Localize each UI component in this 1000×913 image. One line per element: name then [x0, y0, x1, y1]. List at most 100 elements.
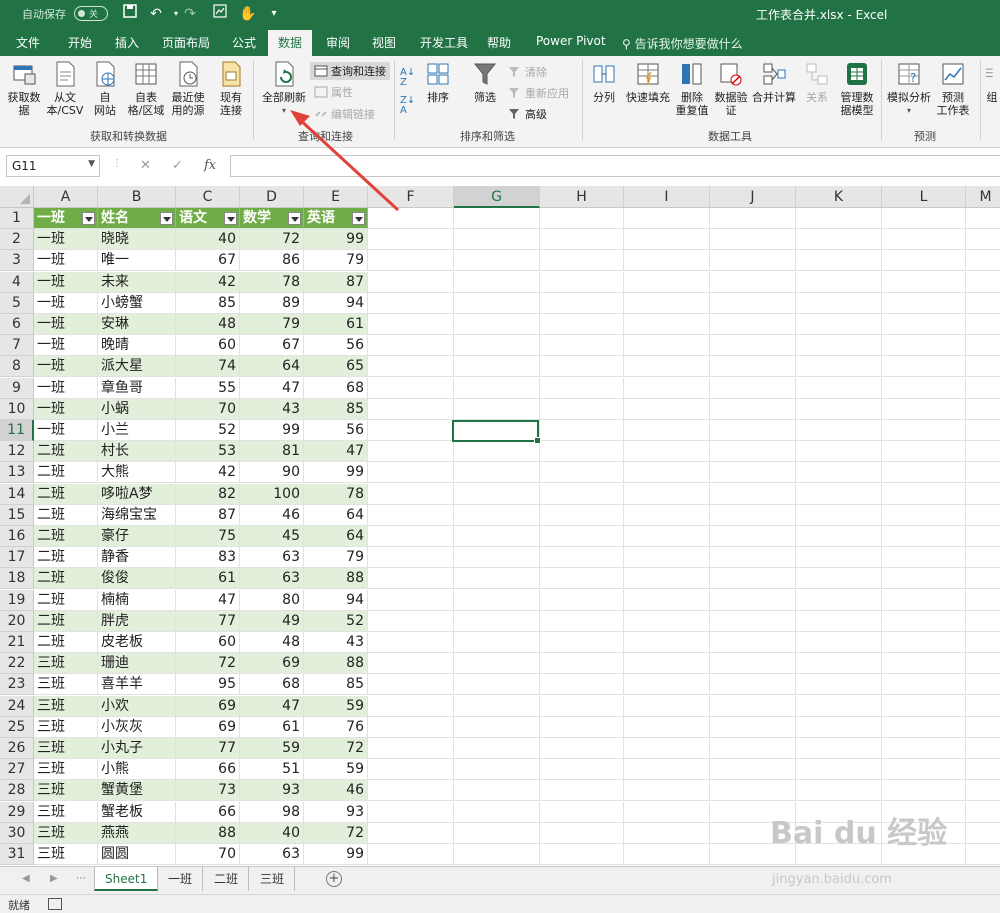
empty-cell[interactable] [368, 568, 454, 590]
table-cell[interactable]: 53 [176, 441, 240, 463]
empty-cell[interactable] [710, 271, 796, 293]
empty-cell[interactable] [966, 378, 1000, 399]
table-cell[interactable]: 77 [176, 610, 240, 632]
empty-cell[interactable] [796, 716, 882, 738]
empty-cell[interactable] [540, 398, 624, 420]
empty-cell[interactable] [368, 547, 454, 569]
table-cell[interactable]: 65 [304, 356, 368, 378]
empty-cell[interactable] [882, 292, 966, 314]
table-cell[interactable]: 45 [240, 526, 304, 547]
empty-cell[interactable] [710, 356, 796, 378]
table-cell[interactable]: 蟹黄堡 [98, 780, 176, 802]
from-web-button[interactable]: 自 网站 [88, 60, 122, 117]
table-cell[interactable]: 78 [240, 271, 304, 293]
table-cell[interactable]: 46 [240, 504, 304, 526]
name-box[interactable]: G11 ▼ [6, 155, 100, 177]
table-cell[interactable]: 69 [240, 653, 304, 675]
empty-cell[interactable] [882, 759, 966, 781]
empty-cell[interactable] [882, 526, 966, 547]
empty-cell[interactable] [710, 462, 796, 484]
empty-cell[interactable] [710, 441, 796, 463]
table-cell[interactable]: 喜羊羊 [98, 674, 176, 696]
table-cell[interactable]: 85 [304, 398, 368, 420]
empty-cell[interactable] [624, 759, 710, 781]
table-cell[interactable]: 74 [176, 356, 240, 378]
empty-cell[interactable] [966, 738, 1000, 759]
row-header-28[interactable]: 28 [0, 780, 34, 802]
table-cell[interactable]: 一班 [34, 271, 98, 293]
empty-cell[interactable] [882, 695, 966, 717]
empty-cell[interactable] [624, 822, 710, 844]
formula-input[interactable] [230, 155, 1000, 177]
column-header-b[interactable]: B [98, 186, 176, 208]
table-cell[interactable]: 海绵宝宝 [98, 504, 176, 526]
remove-duplicates-button[interactable]: 删除 重复值 [674, 60, 710, 117]
sheet-tab-class2[interactable]: 二班 [204, 867, 250, 891]
table-cell[interactable]: 64 [304, 504, 368, 526]
empty-cell[interactable] [796, 229, 882, 251]
empty-cell[interactable] [540, 589, 624, 611]
what-if-analysis-button[interactable]: ? 模拟分析 ▾ [884, 60, 934, 117]
empty-cell[interactable] [710, 526, 796, 547]
empty-cell[interactable] [624, 589, 710, 611]
table-cell[interactable]: 40 [240, 822, 304, 844]
existing-connections-button[interactable]: 现有 连接 [214, 60, 248, 117]
empty-cell[interactable] [966, 802, 1000, 823]
empty-cell[interactable] [454, 822, 540, 844]
row-header-21[interactable]: 21 [0, 632, 34, 653]
empty-cell[interactable] [454, 250, 540, 272]
customize-qat-icon[interactable]: ▾ [264, 4, 284, 24]
table-cell[interactable]: 99 [304, 844, 368, 865]
table-cell[interactable]: 大熊 [98, 462, 176, 484]
empty-cell[interactable] [540, 547, 624, 569]
empty-cell[interactable] [882, 314, 966, 335]
table-cell[interactable]: 楠楠 [98, 589, 176, 611]
empty-cell[interactable] [540, 483, 624, 505]
table-cell[interactable]: 二班 [34, 610, 98, 632]
table-cell[interactable]: 90 [240, 462, 304, 484]
empty-cell[interactable] [710, 716, 796, 738]
table-cell[interactable]: 85 [304, 674, 368, 696]
empty-cell[interactable] [796, 610, 882, 632]
table-cell[interactable]: 63 [240, 547, 304, 569]
empty-cell[interactable] [966, 208, 1000, 229]
empty-cell[interactable] [368, 420, 454, 441]
table-cell[interactable]: 47 [176, 589, 240, 611]
empty-cell[interactable] [710, 377, 796, 399]
empty-cell[interactable] [966, 356, 1000, 378]
empty-cell[interactable] [454, 801, 540, 823]
empty-cell[interactable] [624, 377, 710, 399]
table-header-cell[interactable]: 姓名 [98, 208, 176, 229]
table-cell[interactable]: 72 [240, 229, 304, 251]
row-header-8[interactable]: 8 [0, 356, 34, 378]
form-icon[interactable] [210, 4, 230, 24]
table-cell[interactable]: 52 [304, 610, 368, 632]
empty-cell[interactable] [882, 420, 966, 441]
table-cell[interactable]: 83 [176, 547, 240, 569]
row-header-26[interactable]: 26 [0, 738, 34, 759]
table-cell[interactable]: 99 [304, 462, 368, 484]
empty-cell[interactable] [540, 441, 624, 463]
table-cell[interactable]: 87 [304, 271, 368, 293]
empty-cell[interactable] [368, 844, 454, 865]
empty-cell[interactable] [624, 504, 710, 526]
table-cell[interactable]: 派大星 [98, 356, 176, 378]
row-header-25[interactable]: 25 [0, 716, 34, 738]
column-header-i[interactable]: I [624, 186, 710, 208]
enter-icon[interactable]: ✓ [172, 158, 183, 173]
row-header-30[interactable]: 30 [0, 822, 34, 844]
table-cell[interactable]: 88 [176, 822, 240, 844]
empty-cell[interactable] [966, 314, 1000, 335]
empty-cell[interactable] [966, 441, 1000, 463]
empty-cell[interactable] [882, 250, 966, 272]
consolidate-button[interactable]: 合并计算 [750, 60, 798, 104]
empty-cell[interactable] [624, 335, 710, 357]
empty-cell[interactable] [710, 674, 796, 696]
table-header-cell[interactable]: 英语 [304, 208, 368, 229]
empty-cell[interactable] [454, 589, 540, 611]
empty-cell[interactable] [368, 292, 454, 314]
empty-cell[interactable] [966, 229, 1000, 251]
empty-cell[interactable] [454, 653, 540, 675]
tell-me-search[interactable]: ⚲ 告诉我你想要做什么 [622, 35, 743, 52]
empty-cell[interactable] [966, 250, 1000, 272]
